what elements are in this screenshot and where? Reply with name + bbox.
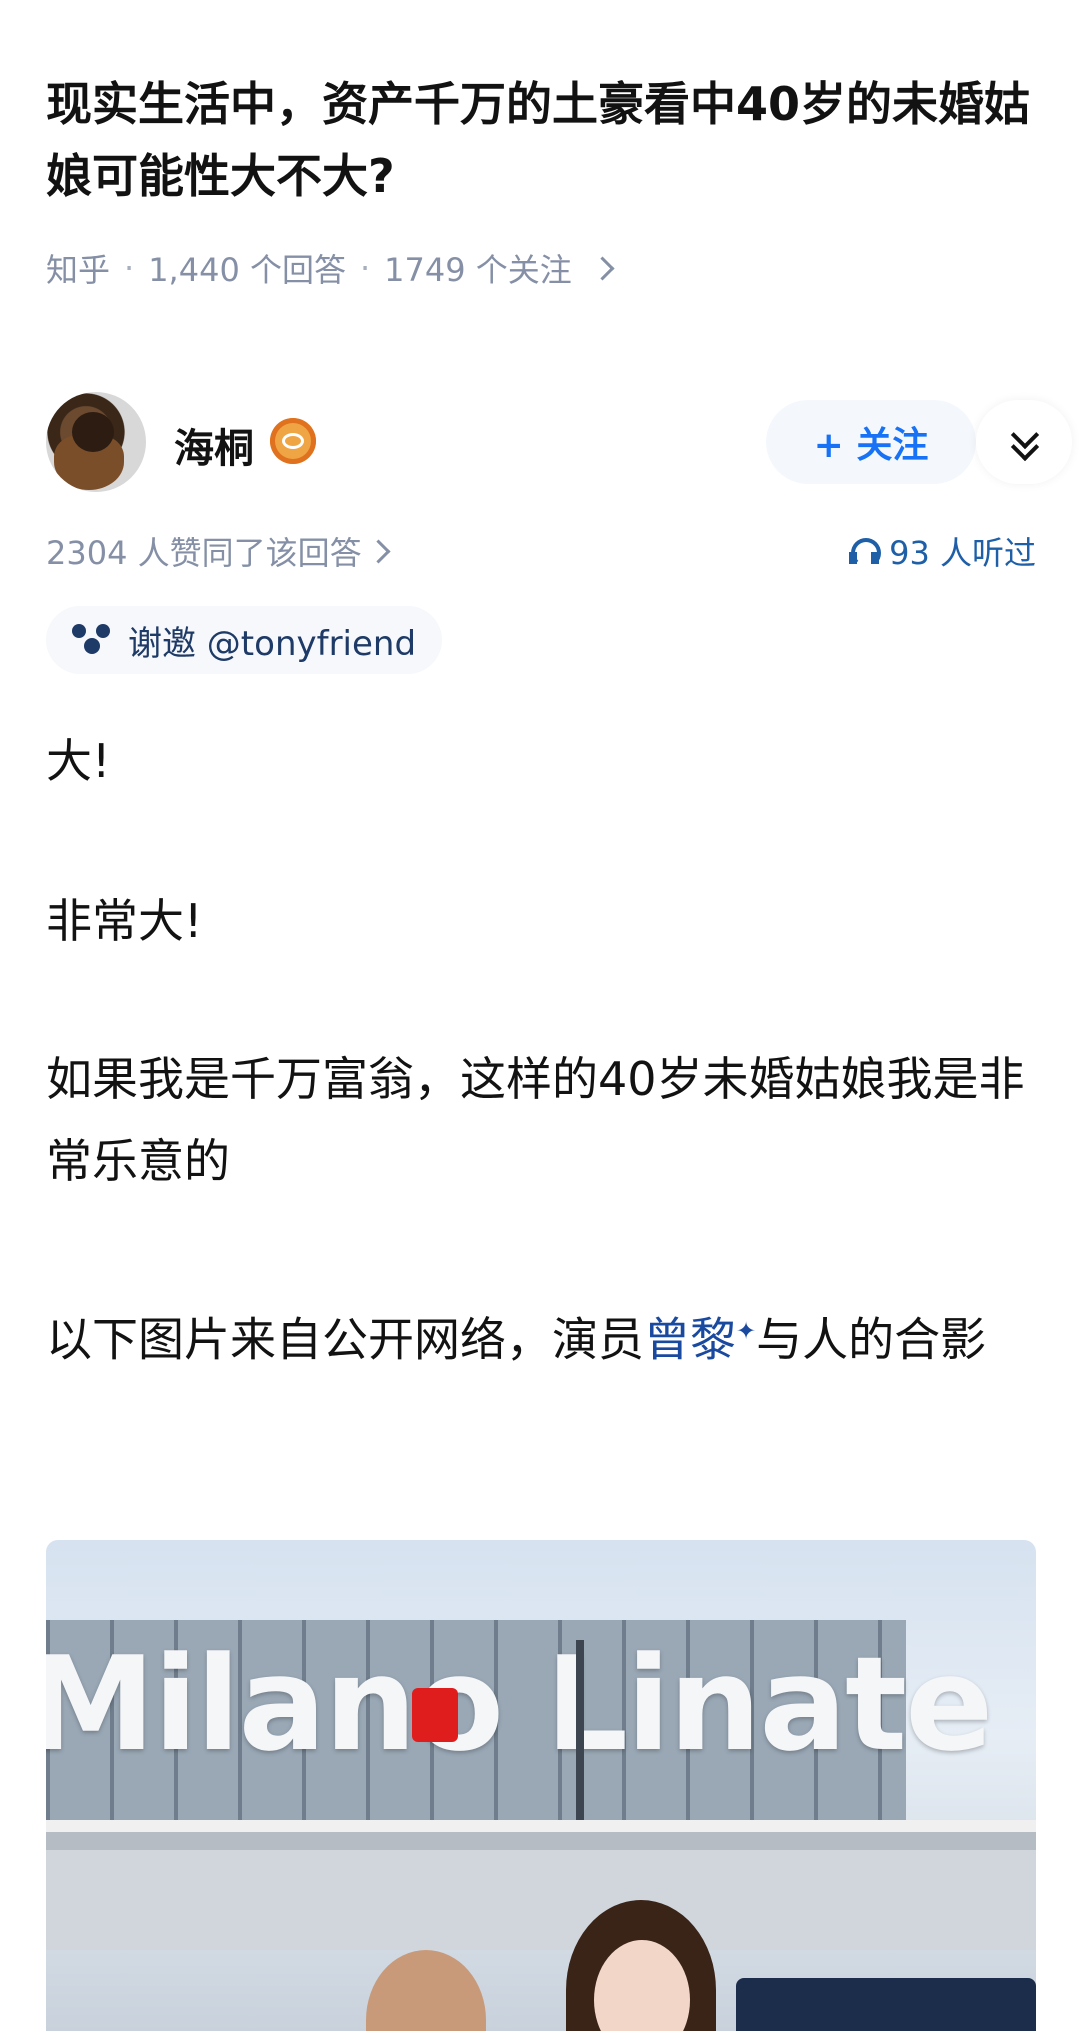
separator-dot: · [124,249,135,287]
listen-count: 93 人听过 [889,534,1036,572]
chevron-right-icon [366,538,391,564]
question-meta[interactable]: 知乎 · 1,440 个回答 · 1749 个关注 [46,246,615,290]
eye-badge-icon [270,418,316,464]
paragraph-text: 与人的合影 [756,1312,987,1367]
author-row: 海桐 + 关注 [46,388,1072,498]
invite-label: 谢邀 @tonyfriend [128,623,417,664]
source-label: 知乎 [46,251,111,289]
follow-label: + 关注 [813,425,929,466]
car [736,1978,1036,2031]
separator-dot: · [359,249,371,287]
approve-count: 2304 人赞同了该回答 [46,534,362,572]
airport-sign-text: Milano Linate [46,1628,993,1780]
expand-button[interactable] [976,400,1072,484]
paragraph-text: 以下图片来自公开网络，演员 [46,1312,644,1367]
answer-paragraph: 以下图片来自公开网络，演员曾黎✦与人的合影 [46,1290,1036,1380]
invite-chip[interactable]: 谢邀 @tonyfriend [46,606,443,674]
answers-count: 1,440 个回答 [148,251,346,289]
stats-row: 2304 人赞同了该回答 93 人听过 [46,528,1036,572]
actor-link[interactable]: 曾黎 [644,1312,736,1366]
terminal-canopy [46,1820,1036,1950]
answer-paragraph: 大! [46,734,111,788]
airport-sign-logo [412,1688,458,1742]
question-title[interactable]: 现实生活中，资产千万的土豪看中40岁的未婚姑娘可能性大不大? [46,68,1046,212]
person-man [366,1950,486,2031]
answer-paragraph: 如果我是千万富翁，这样的40岁未婚姑娘我是非常乐意的 [46,1052,1025,1188]
listen-button[interactable]: 93 人听过 [849,528,1036,574]
author-name[interactable]: 海桐 [174,416,254,474]
double-chevron-down-icon [1010,420,1040,462]
sparkle-icon: ✦ [736,1317,757,1345]
invite-icon [72,624,112,656]
avatar[interactable] [46,392,146,492]
headphone-icon [849,536,882,568]
avatar-face [72,412,114,452]
chevron-right-icon [590,255,615,281]
follow-button[interactable]: + 关注 [766,400,976,484]
approve-link[interactable]: 2304 人赞同了该回答 [46,528,391,574]
answer-paragraph: 非常大! [46,894,203,948]
answer-photo[interactable]: Milano Linate [46,1540,1036,2031]
follows-count: 1749 个关注 [384,251,572,289]
